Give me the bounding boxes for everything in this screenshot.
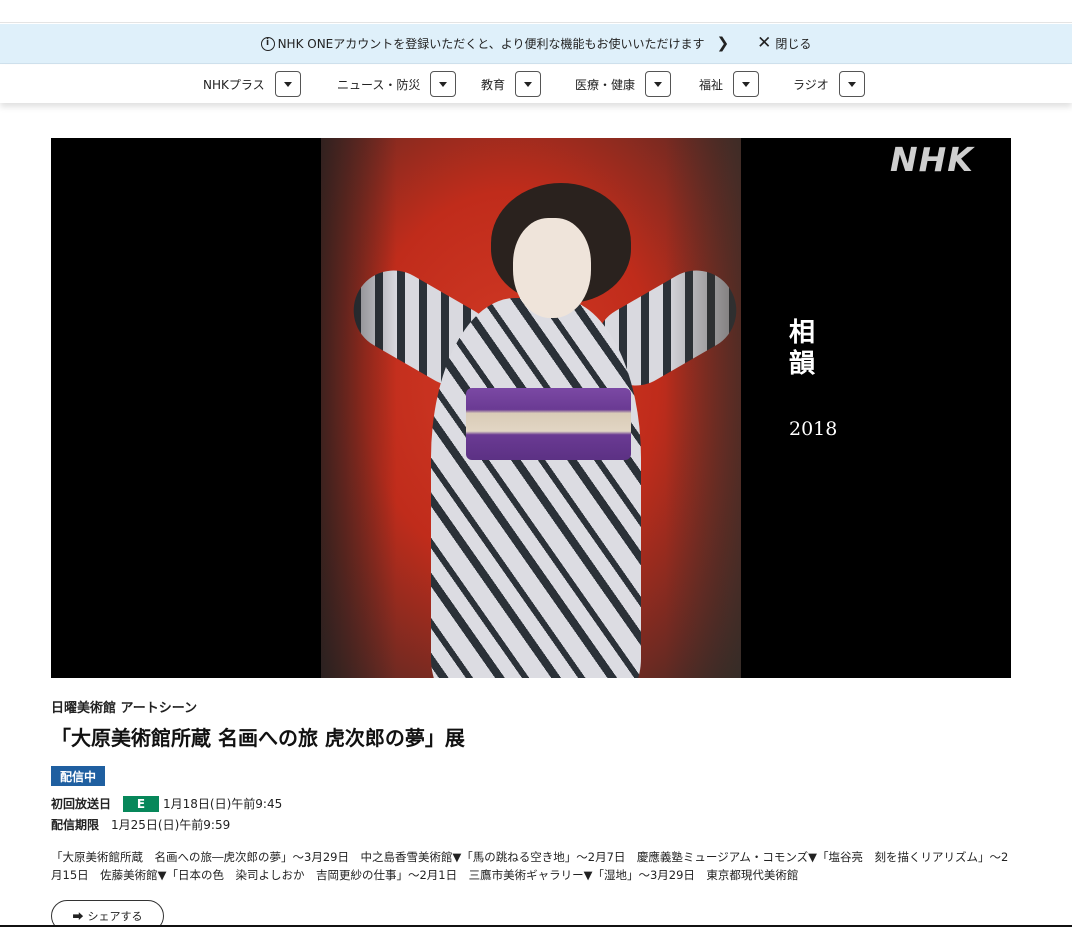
artwork-year: 2018	[789, 418, 838, 440]
chevron-down-icon	[742, 81, 751, 87]
share-button[interactable]: ⮕ シェアする	[51, 900, 164, 927]
nav-item-news[interactable]: ニュース・防災	[337, 71, 457, 97]
nav-dropdown-button[interactable]	[838, 71, 865, 97]
channel-badge: E	[123, 795, 160, 812]
chevron-down-icon	[283, 81, 292, 87]
top-nav: NHKプラス ニュース・防災 教育 医療・健康 福祉 ラジオ	[0, 65, 1072, 103]
nav-item-education[interactable]: 教育	[481, 71, 542, 97]
page-title: 「大原美術館所蔵 名画への旅 虎次郎の夢」展	[51, 726, 465, 750]
banner-info: i NHK ONEアカウントを登録いただくと、より便利な機能もお使いいただけます	[260, 35, 705, 52]
chevron-down-icon	[524, 81, 533, 87]
nav-item-label[interactable]: ラジオ	[793, 76, 829, 93]
nav-item-label[interactable]: NHKプラス	[203, 76, 265, 93]
account-banner: i NHK ONEアカウントを登録いただくと、より便利な機能もお使いいただけます…	[0, 24, 1072, 64]
series-name[interactable]: 日曜美術館 アートシーン	[51, 697, 197, 716]
close-icon: ✕	[757, 33, 772, 53]
nav-item-welfare[interactable]: 福祉	[699, 71, 760, 97]
banner-close-label: 閉じる	[775, 37, 812, 51]
program-description: 「大原美術館所蔵 名画への旅―虎次郎の夢」～3月29日 中之島香雪美術館▼「馬の…	[51, 850, 1009, 882]
painting-shadow	[321, 138, 741, 678]
broadcast-label: 初回放送日	[51, 797, 112, 811]
nav-item-health[interactable]: 医療・健康	[575, 71, 672, 97]
broadcast-date: 1月18日(日)午前9:45	[163, 797, 283, 811]
share-label: シェアする	[87, 910, 143, 923]
painting-image	[321, 138, 741, 678]
chevron-right-icon[interactable]: ❯	[717, 36, 730, 51]
nav-item-label[interactable]: 医療・健康	[575, 76, 635, 93]
nav-item-radio[interactable]: ラジオ	[793, 71, 865, 97]
nav-item-label[interactable]: ニュース・防災	[337, 76, 420, 93]
artwork-title: 相韻	[789, 318, 816, 379]
nav-item-nhkplus[interactable]: NHKプラス	[203, 71, 301, 97]
nav-item-label[interactable]: 教育	[481, 76, 505, 93]
status-badge: 配信中	[51, 766, 105, 786]
chevron-down-icon	[654, 81, 663, 87]
nav-dropdown-button[interactable]	[515, 71, 542, 97]
chevron-down-icon	[439, 81, 448, 87]
chevron-down-icon	[847, 81, 856, 87]
banner-close-button[interactable]: ✕ 閉じる	[757, 35, 811, 52]
nav-dropdown-button[interactable]	[733, 71, 760, 97]
broadcast-info: 初回放送日 E 1月18日(日)午前9:45	[51, 795, 282, 812]
artwork-caption: 相韻 2018	[789, 318, 838, 441]
nav-item-label[interactable]: 福祉	[699, 76, 723, 93]
deadline-info: 配信期限 1月25日(日)午前9:59	[51, 816, 230, 833]
program-hero-image: NHK 相韻 2018	[51, 138, 1011, 678]
nav-dropdown-button[interactable]	[274, 71, 301, 97]
deadline-date: 1月25日(日)午前9:59	[111, 818, 231, 832]
top-strip	[0, 0, 1072, 23]
nav-dropdown-button[interactable]	[645, 71, 672, 97]
banner-message[interactable]: NHK ONEアカウントを登録いただくと、より便利な機能もお使いいただけます	[278, 35, 705, 52]
nhk-logo: NHK	[890, 140, 974, 179]
nav-dropdown-button[interactable]	[430, 71, 457, 97]
info-icon: i	[260, 36, 275, 51]
deadline-label: 配信期限	[51, 818, 100, 832]
share-icon: ⮕	[72, 910, 84, 923]
